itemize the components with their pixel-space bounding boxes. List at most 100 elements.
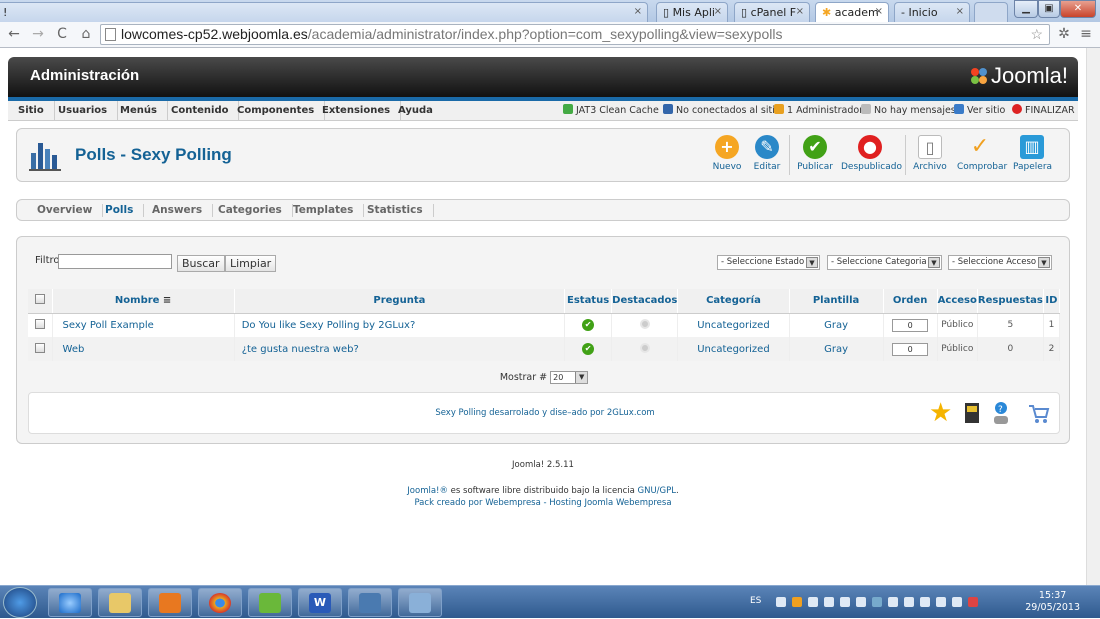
archive-button[interactable]: ▯ Archivo bbox=[912, 133, 948, 172]
row-checkbox[interactable] bbox=[34, 318, 45, 329]
credits-link[interactable]: 2GLux.com bbox=[607, 408, 655, 418]
taskbar-word[interactable]: W bbox=[298, 588, 342, 617]
bookmark-star-icon[interactable]: ☆ bbox=[1030, 25, 1043, 44]
not-featured-icon[interactable] bbox=[639, 318, 650, 329]
tray-icon[interactable] bbox=[888, 597, 898, 607]
col-name[interactable]: Nombre ≡ bbox=[52, 289, 235, 314]
tab-polls[interactable]: Polls bbox=[95, 204, 145, 217]
col-featured[interactable]: Destacados bbox=[611, 289, 679, 314]
poll-name-link[interactable]: Sexy Poll Example bbox=[52, 313, 235, 337]
url-input[interactable]: lowcomes-cp52.webjoomla.es/academia/admi… bbox=[100, 24, 1050, 45]
poll-question-link[interactable]: Do You like Sexy Polling by 2GLux? bbox=[234, 313, 566, 337]
close-tab-icon[interactable]: × bbox=[875, 6, 883, 17]
unpublish-button[interactable]: ● Despublicado bbox=[841, 133, 902, 172]
language-indicator[interactable]: ES bbox=[750, 596, 761, 606]
taskbar-messenger[interactable] bbox=[248, 588, 292, 617]
tray-icon[interactable] bbox=[872, 597, 882, 607]
help-user-icon[interactable]: ? bbox=[989, 400, 1013, 426]
tray-icon[interactable] bbox=[808, 597, 818, 607]
taskbar-picture[interactable] bbox=[348, 588, 392, 617]
close-tab-icon[interactable]: × bbox=[634, 6, 642, 17]
trash-button[interactable]: ▥ Papelera bbox=[1013, 133, 1052, 172]
col-status[interactable]: Estatus bbox=[564, 289, 613, 314]
menu-ayuda[interactable]: Ayuda bbox=[388, 101, 443, 121]
flag-icon[interactable] bbox=[920, 597, 930, 607]
col-category[interactable]: Categoría bbox=[677, 289, 790, 314]
category-link[interactable]: Uncategorized bbox=[677, 313, 790, 337]
not-featured-icon[interactable] bbox=[639, 342, 650, 353]
published-check-icon[interactable]: ✔ bbox=[582, 343, 595, 355]
gpl-link[interactable]: GNU/GPL bbox=[638, 486, 676, 496]
extension-icon[interactable]: ✲ bbox=[1056, 26, 1072, 42]
volume-icon[interactable] bbox=[856, 597, 866, 607]
browser-tab[interactable]: ▯ Mis Apli × bbox=[656, 2, 728, 22]
tray-icon[interactable] bbox=[840, 597, 850, 607]
minimize-icon[interactable]: ▁ bbox=[1014, 0, 1038, 18]
order-input[interactable]: 0 bbox=[892, 318, 929, 332]
home-icon[interactable]: ⌂ bbox=[78, 26, 94, 42]
filter-input[interactable] bbox=[58, 254, 172, 269]
category-select[interactable]: - Seleccione Categoria - ▼ bbox=[827, 255, 942, 270]
menu-componentes[interactable]: Componentes bbox=[227, 101, 326, 121]
cache-link[interactable]: JAT3 Clean Cache bbox=[563, 101, 659, 121]
taskbar-ie[interactable] bbox=[48, 588, 92, 617]
col-question[interactable]: Pregunta bbox=[234, 289, 566, 314]
poll-name-link[interactable]: Web bbox=[52, 337, 235, 361]
clear-button[interactable]: Limpiar bbox=[225, 255, 277, 272]
state-select[interactable]: - Seleccione Estado - ▼ bbox=[717, 255, 820, 270]
col-order[interactable]: Orden bbox=[883, 289, 938, 314]
browser-tab-active[interactable]: ✱ academ × bbox=[815, 2, 889, 23]
template-link[interactable]: Gray bbox=[789, 313, 884, 337]
battery-icon[interactable] bbox=[936, 597, 946, 607]
tab-statistics[interactable]: Statistics bbox=[357, 204, 434, 217]
taskbar-app[interactable] bbox=[398, 588, 442, 617]
tray-icon[interactable] bbox=[904, 597, 914, 607]
col-template[interactable]: Plantilla bbox=[789, 289, 884, 314]
book-icon[interactable] bbox=[960, 400, 984, 426]
menu-menus[interactable]: Menús bbox=[110, 101, 168, 121]
reload-icon[interactable]: C bbox=[54, 26, 70, 42]
tray-icon[interactable] bbox=[776, 597, 786, 607]
col-answers[interactable]: Respuestas bbox=[977, 289, 1044, 314]
clock[interactable]: 15:37 29/05/2013 bbox=[1025, 590, 1080, 614]
tray-icon[interactable] bbox=[824, 597, 834, 607]
row-checkbox[interactable] bbox=[34, 342, 45, 353]
menu-usuarios[interactable]: Usuarios bbox=[48, 101, 119, 121]
template-link[interactable]: Gray bbox=[789, 337, 884, 361]
close-tab-icon[interactable]: × bbox=[796, 6, 804, 17]
new-tab-button[interactable] bbox=[974, 2, 1008, 22]
search-button[interactable]: Buscar bbox=[177, 255, 225, 272]
tab-answers[interactable]: Answers bbox=[142, 204, 214, 217]
tray-icon[interactable] bbox=[968, 597, 978, 607]
tab-categories[interactable]: Categories bbox=[208, 204, 293, 217]
maximize-icon[interactable]: ▣ bbox=[1038, 0, 1060, 18]
taskbar-chrome[interactable] bbox=[198, 588, 242, 617]
star-icon[interactable]: ★ bbox=[929, 400, 953, 426]
edit-button[interactable]: ✎ Editar bbox=[750, 133, 784, 172]
order-input[interactable]: 0 bbox=[892, 342, 929, 356]
messages-link[interactable]: No hay mensajes bbox=[861, 101, 956, 121]
logout-link[interactable]: FINALIZAR bbox=[1012, 101, 1075, 121]
tray-icon[interactable] bbox=[792, 597, 802, 607]
poll-question-link[interactable]: ¿te gusta nuestra web? bbox=[234, 337, 566, 361]
published-check-icon[interactable]: ✔ bbox=[582, 319, 595, 332]
close-tab-icon[interactable]: × bbox=[956, 6, 964, 17]
vertical-scrollbar[interactable] bbox=[1086, 48, 1100, 585]
category-link[interactable]: Uncategorized bbox=[677, 337, 790, 361]
browser-tab[interactable]: ! × bbox=[0, 2, 648, 22]
tab-overview[interactable]: Overview bbox=[27, 204, 104, 217]
joomla-link[interactable]: Joomla!® bbox=[407, 486, 448, 496]
tab-templates[interactable]: Templates bbox=[283, 204, 365, 217]
new-button[interactable]: + Nuevo bbox=[710, 133, 744, 172]
taskbar-media[interactable] bbox=[148, 588, 192, 617]
menu-icon[interactable]: ≡ bbox=[1078, 26, 1094, 42]
network-icon[interactable] bbox=[952, 597, 962, 607]
view-site-link[interactable]: Ver sitio bbox=[954, 101, 1005, 121]
browser-tab[interactable]: - Inicio × bbox=[894, 2, 970, 22]
taskbar-explorer[interactable] bbox=[98, 588, 142, 617]
checkin-button[interactable]: ✓ Comprobar bbox=[957, 133, 1007, 173]
col-access[interactable]: Acceso bbox=[937, 289, 978, 314]
show-count-select[interactable]: 20 ▼ bbox=[550, 371, 589, 384]
select-all-checkbox[interactable] bbox=[34, 294, 45, 305]
back-icon[interactable]: ← bbox=[6, 26, 22, 42]
